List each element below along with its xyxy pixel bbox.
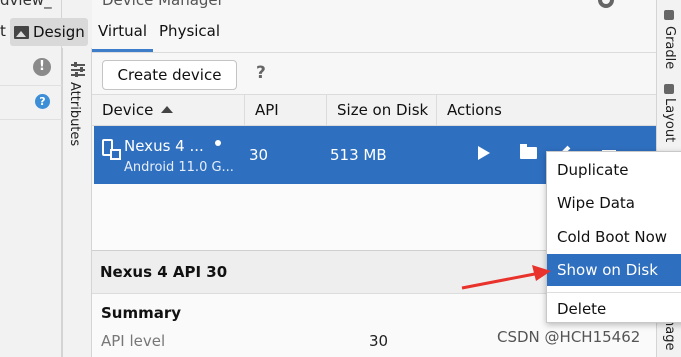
watermark: CSDN @HCH15462 xyxy=(497,328,641,346)
annotation-arrow xyxy=(461,265,551,290)
